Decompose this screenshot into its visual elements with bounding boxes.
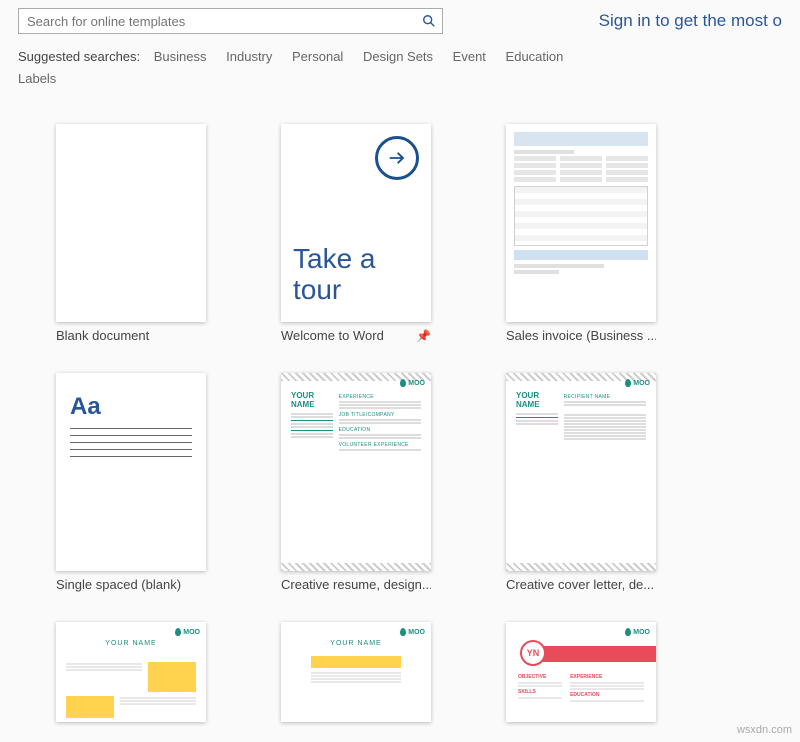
template-thumb: Aa bbox=[56, 373, 206, 571]
template-blank-document[interactable]: Blank document bbox=[56, 124, 206, 343]
sign-in-link[interactable]: Sign in to get the most o bbox=[599, 11, 782, 31]
template-caption: Creative resume, design... bbox=[281, 577, 431, 592]
search-icon bbox=[422, 14, 436, 28]
search-button[interactable] bbox=[418, 10, 440, 32]
moo-logo: MOO bbox=[400, 628, 425, 636]
suggested-label: Suggested searches: bbox=[18, 49, 140, 64]
template-thumb: MOO YOUR NAME RECIPIENT NAME bbox=[506, 373, 656, 571]
suggested-searches: Suggested searches: Business Industry Pe… bbox=[18, 46, 782, 90]
template-thumb bbox=[506, 124, 656, 322]
template-caption: Creative cover letter, de... bbox=[506, 577, 656, 592]
template-thumb: MOO YOUR NAME bbox=[281, 622, 431, 722]
suggested-personal[interactable]: Personal bbox=[292, 49, 343, 64]
suggested-event[interactable]: Event bbox=[453, 49, 486, 64]
search-input[interactable] bbox=[19, 14, 418, 29]
template-caption: Single spaced (blank) bbox=[56, 577, 206, 592]
template-thumb: Take a tour bbox=[281, 124, 431, 322]
moo-logo: MOO bbox=[175, 628, 200, 636]
template-yellow-resume-1[interactable]: MOO YOUR NAME bbox=[56, 622, 206, 722]
suggested-business[interactable]: Business bbox=[154, 49, 207, 64]
template-creative-cover-letter[interactable]: MOO YOUR NAME RECIPIENT NAME bbox=[506, 373, 656, 592]
template-thumb: MOO YN OBJECTIVE SKILLS EXPERIENCE EDUCA… bbox=[506, 622, 656, 722]
template-single-spaced[interactable]: Aa Single spaced (blank) bbox=[56, 373, 206, 592]
template-thumb: MOO YOUR NAME bbox=[56, 622, 206, 722]
suggested-education[interactable]: Education bbox=[506, 49, 564, 64]
template-caption: Welcome to Word 📌 bbox=[281, 328, 431, 343]
template-caption: Blank document bbox=[56, 328, 206, 343]
suggested-design-sets[interactable]: Design Sets bbox=[363, 49, 433, 64]
template-thumb: MOO YOUR NAME EXPERIENCE JOB TITLE/COMPA… bbox=[281, 373, 431, 571]
moo-logo: MOO bbox=[625, 628, 650, 636]
template-welcome-to-word[interactable]: Take a tour Welcome to Word 📌 bbox=[281, 124, 431, 343]
template-creative-resume[interactable]: MOO YOUR NAME EXPERIENCE JOB TITLE/COMPA… bbox=[281, 373, 431, 592]
template-sales-invoice[interactable]: Sales invoice (Business ... bbox=[506, 124, 656, 343]
tour-text: Take a tour bbox=[293, 244, 431, 306]
font-glyph: Aa bbox=[70, 393, 101, 421]
suggested-industry[interactable]: Industry bbox=[226, 49, 272, 64]
arrow-right-icon bbox=[375, 136, 419, 180]
moo-logo: MOO bbox=[625, 379, 650, 387]
template-caption: Sales invoice (Business ... bbox=[506, 328, 656, 343]
search-box[interactable] bbox=[18, 8, 443, 34]
suggested-labels[interactable]: Labels bbox=[18, 71, 56, 86]
template-thumb bbox=[56, 124, 206, 322]
moo-logo: MOO bbox=[400, 379, 425, 387]
yn-initials: YN bbox=[520, 640, 546, 666]
template-yellow-resume-2[interactable]: MOO YOUR NAME bbox=[281, 622, 431, 722]
pin-icon[interactable]: 📌 bbox=[416, 329, 431, 343]
watermark: wsxdn.com bbox=[737, 724, 792, 736]
template-grid: Blank document Take a tour Welcome to Wo… bbox=[0, 94, 800, 722]
template-yn-resume[interactable]: MOO YN OBJECTIVE SKILLS EXPERIENCE EDUCA… bbox=[506, 622, 656, 722]
